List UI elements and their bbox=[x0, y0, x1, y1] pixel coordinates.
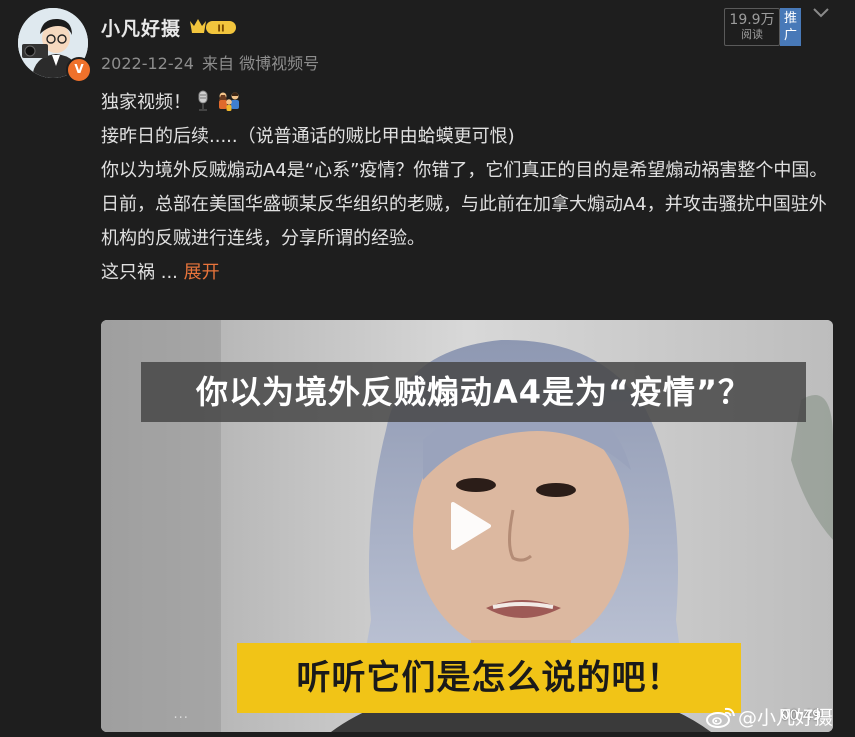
verified-badge: V bbox=[66, 57, 92, 83]
video-player[interactable]: 你以为境外反贼煽动A4是为“疫情”？ 听听它们是怎么说的吧！ ... 00:49 bbox=[101, 320, 833, 732]
username[interactable]: 小凡好摄 bbox=[101, 14, 181, 41]
post-line-2: 接昨日的后续.....（说普通话的贼比甲由蛤蟆更可恨) bbox=[101, 126, 515, 147]
video-caption-top: 你以为境外反贼煽动A4是为“疫情”？ bbox=[141, 362, 806, 422]
video-corner-text: ... bbox=[153, 707, 189, 722]
level-badge-text: II bbox=[217, 24, 224, 35]
watermark-text: @小凡好摄 bbox=[738, 707, 834, 729]
post-line-4: 日前，总部在美国华盛顿某反华组织的老贼，与此前在加拿大煽动A4，并攻击骚扰中国驻… bbox=[101, 194, 827, 249]
video-caption-bottom: 听听它们是怎么说的吧！ bbox=[237, 643, 741, 713]
weibo-watermark: @小凡好摄 bbox=[706, 703, 833, 730]
post-line-3: 你以为境外反贼煽动A4是“心系”疫情？你错了，它们真正的目的是希望煽动祸害整个中… bbox=[101, 160, 828, 181]
read-count: 19.9万 bbox=[729, 12, 775, 28]
post-meta: 2022-12-24 来自 微博视频号 bbox=[101, 50, 327, 74]
promote-button[interactable]: 推广 bbox=[780, 8, 801, 46]
post-source[interactable]: 来自 微博视频号 bbox=[202, 54, 319, 73]
family-emoji bbox=[219, 92, 239, 111]
read-count-box: 19.9万 阅读 bbox=[724, 8, 780, 46]
expand-link[interactable]: 展开 bbox=[184, 262, 220, 283]
post-date[interactable]: 2022-12-24 bbox=[101, 54, 194, 73]
read-label: 阅读 bbox=[741, 28, 763, 41]
post-line-1: 独家视频！ bbox=[101, 86, 831, 120]
post-body: 独家视频！ 接昨日的后续.....（说普通话的贼比甲由蛤蟆更可恨) 你以为境外反… bbox=[101, 86, 831, 290]
weibo-logo-icon bbox=[706, 707, 735, 728]
play-icon[interactable] bbox=[445, 500, 493, 552]
chevron-down-icon[interactable] bbox=[812, 6, 830, 20]
post-line-5: 这只祸 ... 展开 bbox=[101, 262, 220, 283]
microphone-emoji bbox=[198, 90, 208, 111]
level-badge-icon[interactable]: II bbox=[188, 17, 238, 37]
